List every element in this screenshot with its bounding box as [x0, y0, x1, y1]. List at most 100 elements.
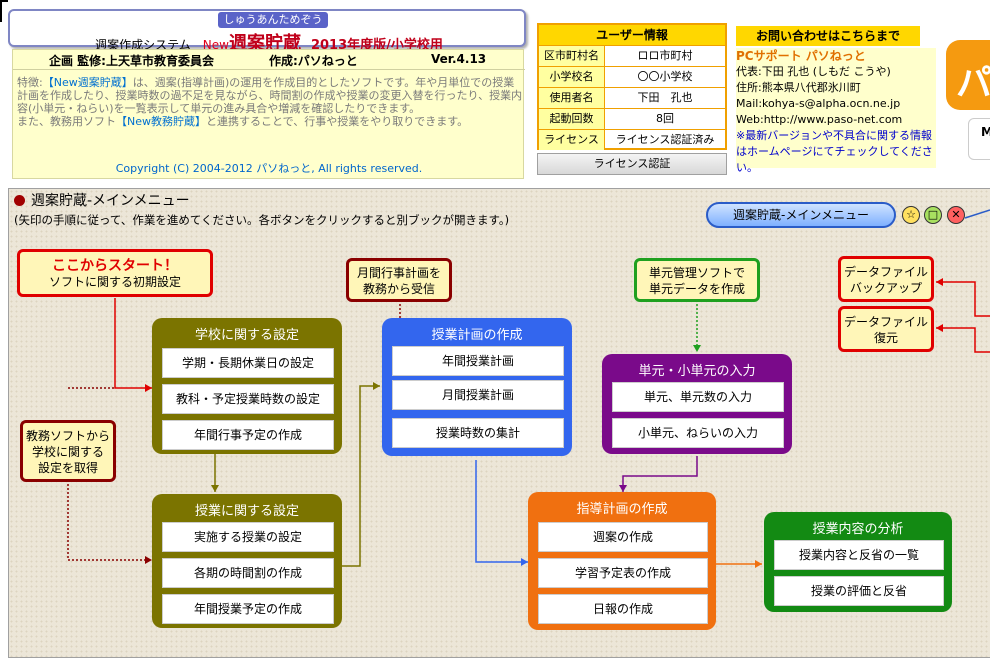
unit-soft-button[interactable]: 単元管理ソフトで 単元データを作成: [634, 258, 760, 302]
group-unit-input: 単元・小単元の入力 単元、単元数の入力 小単元、ねらいの入力: [602, 354, 792, 454]
menu-title: 週案貯蔵-メインメニュー: [14, 190, 190, 210]
contact-note: ※最新バージョンや不具合に関する情報はホームページにてチェックしてください。: [736, 129, 933, 174]
user-info-label: ライセンス: [539, 130, 605, 150]
weekly-plan-button[interactable]: 週案の作成: [538, 522, 708, 552]
group-guidance-plan: 指導計画の作成 週案の作成 学習予定表の作成 日報の作成: [528, 492, 716, 630]
contact-brand: PCサポート パソねっと: [736, 49, 866, 63]
hours-summary-button[interactable]: 授業時数の集計: [392, 418, 564, 448]
desc2-highlight: 【New教務貯蔵】: [116, 115, 206, 128]
start-label[interactable]: ここからスタート！ ソフトに関する初期設定: [17, 249, 213, 297]
annual-plan-button[interactable]: 年間授業計画: [392, 346, 564, 376]
school-term-button[interactable]: 学期・長期休業日の設定: [162, 348, 334, 378]
user-info-row: 起動回数 8回: [539, 108, 725, 129]
unit-soft-line1: 単元管理ソフトで: [648, 266, 745, 280]
monthly-receive-button[interactable]: 月間行事計画を 教務から受信: [346, 258, 452, 302]
evaluation-button[interactable]: 授業の評価と反省: [774, 576, 944, 606]
kyomu-line1: 教務ソフトから: [25, 429, 110, 443]
contact-rep: 代表:下田 孔也 (しもだ こうや): [736, 65, 891, 78]
desc1-highlight: 【New週案貯蔵】: [42, 76, 133, 89]
group-title: 指導計画の作成: [576, 502, 668, 517]
kyomu-line2: 学校に関する: [31, 445, 104, 459]
group-title: 単元・小単元の入力: [638, 364, 756, 379]
group-lesson-plan: 授業計画の作成 年間授業計画 月間授業計画 授業時数の集計: [382, 318, 572, 456]
description-paragraph-2: また、教務用ソフト【New教務貯蔵】と連携することで、行事や授業をやり取りできま…: [17, 115, 523, 128]
main-menu-button[interactable]: 週案貯蔵-メインメニュー: [706, 202, 896, 228]
logo-glyph: パ: [956, 63, 990, 104]
backup-line1: データファイル: [843, 265, 928, 279]
subunit-input-button[interactable]: 小単元、ねらいの入力: [612, 418, 784, 448]
timetable-button[interactable]: 各期の時間割の作成: [162, 558, 334, 588]
group-title: 学校に関する設定: [194, 328, 299, 343]
school-subject-hours-button[interactable]: 教科・予定授業時数の設定: [162, 384, 334, 414]
copyright: Copyright (C) 2004-2012 パソねっと, All right…: [115, 162, 423, 175]
group-title: 授業計画の作成: [431, 328, 523, 343]
contact-panel: PCサポート パソねっと 代表:下田 孔也 (しもだ こうや) 住所:熊本県八代…: [736, 48, 936, 174]
menu-title-text: 週案貯蔵-メインメニュー: [31, 193, 190, 209]
user-info-row: ライセンス ライセンス認証済み: [539, 129, 725, 150]
user-info-label: 使用者名: [539, 88, 605, 108]
version-label: Ver.4.13: [431, 52, 487, 66]
info-panel: 企画 監修:上天草市教育委員会 作成:パソねっと Ver.4.13 特徴:【Ne…: [12, 49, 525, 179]
school-events-button[interactable]: 年間行事予定の作成: [162, 420, 334, 450]
group-title: 授業に関する設定: [194, 504, 299, 519]
description-paragraph-1: 特徴:【New週案貯蔵】は、週案(指導計画)の運用を作成目的としたソフトです。年…: [17, 76, 523, 115]
title-box: しゅうあんためぞう 週案作成システム New週案貯蔵 2013年度版/小学校用: [8, 9, 526, 54]
monthly-receive-line1: 月間行事計画を: [356, 266, 441, 280]
user-info-value: 下田 孔也: [637, 91, 693, 104]
unit-soft-line2: 単元データを作成: [648, 282, 745, 296]
backup-line2: バックアップ: [849, 281, 922, 295]
desc1-prefix: 特徴:: [17, 76, 43, 89]
menu-subtitle: (矢印の手順に従って、作業を進めてください。各ボタンをクリックすると別ブックが開…: [14, 213, 510, 227]
user-info-value: 〇〇小学校: [637, 70, 693, 83]
group-title: 授業内容の分析: [812, 522, 904, 537]
user-info-label: 区市町村名: [539, 46, 605, 66]
close-icon[interactable]: ✕: [947, 206, 965, 224]
user-info-row: 区市町村名 ロロ市町村: [539, 45, 725, 66]
backup-button[interactable]: データファイル バックアップ: [838, 256, 934, 302]
user-info-label: 起動回数: [539, 109, 605, 129]
study-schedule-button[interactable]: 学習予定表の作成: [538, 558, 708, 588]
contact-address: 住所:熊本県八代郡氷川町: [736, 81, 861, 94]
restore-button[interactable]: データファイル 復元: [838, 306, 934, 352]
bullet-icon: [14, 195, 25, 206]
unit-input-button[interactable]: 単元、単元数の入力: [612, 382, 784, 412]
restore-line2: 復元: [873, 331, 898, 345]
user-info-value: ライセンス認証済み: [615, 133, 715, 146]
lesson-setup-button[interactable]: 実施する授業の設定: [162, 522, 334, 552]
contact-title: お問い合わせはこちらまで: [736, 26, 920, 46]
planning-label: 企画 監修:上天草市教育委員会: [49, 54, 214, 68]
start-label-title: ここからスタート！: [52, 258, 178, 274]
restore-line1: データファイル: [843, 315, 928, 329]
kyomu-import-button[interactable]: 教務ソフトから 学校に関する 設定を取得: [20, 420, 116, 482]
credit-row: 企画 監修:上天草市教育委員会 作成:パソねっと Ver.4.13: [13, 50, 525, 70]
license-auth-button[interactable]: ライセンス認証: [537, 153, 727, 175]
monthly-receive-line2: 教務から受信: [362, 282, 435, 296]
description: 特徴:【New週案貯蔵】は、週案(指導計画)の運用を作成目的としたソフトです。年…: [17, 76, 523, 128]
group-lesson-settings: 授業に関する設定 実施する授業の設定 各期の時間割の作成 年間授業予定の作成: [152, 494, 342, 628]
logo-card: M: [968, 118, 990, 160]
monthly-plan-button[interactable]: 月間授業計画: [392, 380, 564, 410]
user-info-label: 小学校名: [539, 67, 605, 87]
annual-lesson-plan-button[interactable]: 年間授業予定の作成: [162, 594, 334, 624]
star-icon[interactable]: ☆: [902, 206, 920, 224]
user-info-table: ユーザー情報 区市町村名 ロロ市町村 小学校名 〇〇小学校 使用者名 下田 孔也…: [537, 23, 727, 150]
review-list-button[interactable]: 授業内容と反省の一覧: [774, 540, 944, 570]
title-ruby: しゅうあんためぞう: [218, 12, 328, 28]
pasonet-logo-icon: パ: [946, 40, 990, 110]
user-info-value: 8回: [656, 112, 674, 125]
author-label: 作成:パソねっと: [269, 54, 358, 68]
daily-report-button[interactable]: 日報の作成: [538, 594, 708, 624]
desc2-prefix: また、教務用ソフト: [17, 115, 116, 128]
window-corner: [0, 0, 8, 22]
group-school-settings: 学校に関する設定 学期・長期休業日の設定 教科・予定授業時数の設定 年間行事予定…: [152, 318, 342, 454]
user-info-title: ユーザー情報: [539, 25, 725, 45]
user-info-row: 小学校名 〇〇小学校: [539, 66, 725, 87]
user-info-value: ロロ市町村: [637, 49, 693, 62]
kyomu-line3: 設定を取得: [37, 461, 98, 475]
maximize-icon[interactable]: □: [924, 206, 942, 224]
user-info-row: 使用者名 下田 孔也: [539, 87, 725, 108]
contact-web: Web:http://www.paso-net.com: [736, 113, 903, 126]
group-lesson-analysis: 授業内容の分析 授業内容と反省の一覧 授業の評価と反省: [764, 512, 952, 612]
contact-mail: Mail:kohya-s@alpha.ocn.ne.jp: [736, 97, 901, 110]
start-label-sub: ソフトに関する初期設定: [48, 275, 181, 289]
